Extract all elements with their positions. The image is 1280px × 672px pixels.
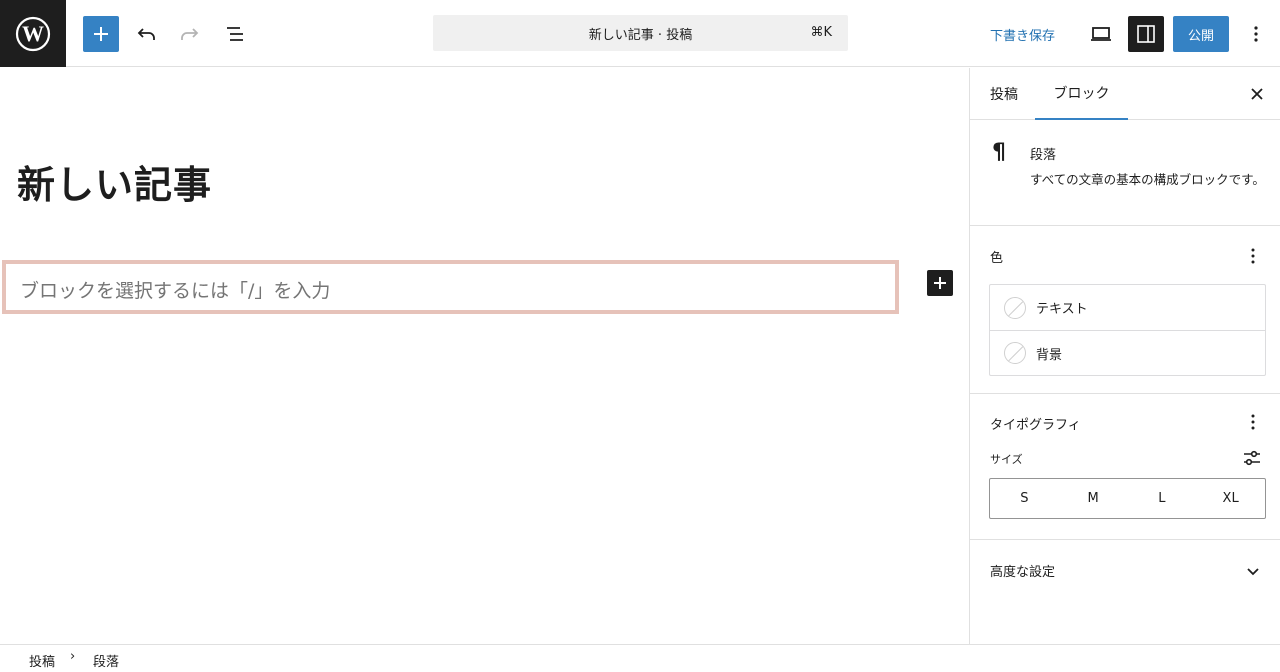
block-card: ¶ 段落 すべての文章の基本の構成ブロックです。 xyxy=(970,120,1280,226)
tab-block[interactable]: ブロック xyxy=(1035,68,1128,120)
preview-button[interactable] xyxy=(1085,16,1117,52)
color-item-background[interactable]: 背景 xyxy=(990,330,1265,375)
redo-button[interactable] xyxy=(172,16,208,52)
size-option-m[interactable]: M xyxy=(1059,479,1128,518)
undo-icon xyxy=(137,28,155,40)
settings-toggle-button[interactable] xyxy=(1128,16,1164,52)
shortcut-hint: ⌘K xyxy=(810,25,832,40)
font-size-toggle: S M L XL xyxy=(989,478,1266,519)
paragraph-icon: ¶ xyxy=(992,140,1006,165)
empty-swatch-icon xyxy=(1004,342,1026,364)
close-icon xyxy=(1251,88,1263,100)
typography-panel-title: タイポグラフィ xyxy=(990,418,1081,433)
settings-sliders-icon xyxy=(1244,450,1260,466)
plus-icon xyxy=(94,27,108,41)
color-item-text[interactable]: テキスト xyxy=(990,285,1265,330)
breadcrumb-item-post[interactable]: 投稿 xyxy=(29,651,55,670)
plus-icon xyxy=(934,277,946,289)
command-palette-bar[interactable]: 新しい記事 · 投稿 ⌘K xyxy=(433,15,848,51)
color-item-label: テキスト xyxy=(1036,302,1088,317)
color-options-button[interactable] xyxy=(1241,244,1265,268)
breadcrumb: 投稿 › 段落 xyxy=(0,644,1280,672)
typography-panel: タイポグラフィ サイズ S M L XL xyxy=(970,395,1280,540)
color-panel-title: 色 xyxy=(990,251,1004,266)
undo-button[interactable] xyxy=(128,16,164,52)
advanced-panel[interactable]: 高度な設定 xyxy=(970,541,1280,597)
post-title[interactable]: 新しい記事 xyxy=(17,154,212,209)
list-view-icon xyxy=(227,27,243,41)
size-option-xl[interactable]: XL xyxy=(1196,479,1265,518)
svg-text:W: W xyxy=(22,21,44,46)
block-description: すべての文章の基本の構成ブロックです。 xyxy=(1030,172,1265,187)
redo-icon xyxy=(181,28,199,40)
more-vertical-icon xyxy=(1251,414,1255,430)
sidebar-icon xyxy=(1137,25,1155,43)
sidebar-tabs: 投稿 ブロック xyxy=(970,68,1280,120)
publish-button[interactable]: 公開 xyxy=(1173,16,1229,52)
document-overview-button[interactable] xyxy=(217,16,253,52)
more-vertical-icon xyxy=(1254,26,1258,42)
size-option-s[interactable]: S xyxy=(990,479,1059,518)
editor-header: W 新しい記事 · 投稿 ⌘K 下書き保存 公開 xyxy=(0,0,1280,67)
breadcrumb-item-paragraph[interactable]: 段落 xyxy=(93,651,119,670)
block-name: 段落 xyxy=(1030,148,1057,163)
close-sidebar-button[interactable] xyxy=(1243,80,1271,108)
empty-swatch-icon xyxy=(1004,296,1026,319)
document-title: 新しい記事 · 投稿 xyxy=(588,28,693,43)
chevron-right-icon: › xyxy=(70,649,76,664)
wordpress-logo-icon[interactable]: W xyxy=(0,0,66,67)
color-list: テキスト 背景 xyxy=(989,284,1266,376)
desktop-icon xyxy=(1091,27,1111,41)
chevron-down-icon xyxy=(1243,561,1263,581)
editor-canvas: 新しい記事 ブロックを選択するには「/」を入力 xyxy=(0,68,969,644)
tab-post[interactable]: 投稿 xyxy=(976,68,1032,120)
more-vertical-icon xyxy=(1251,248,1255,264)
typography-options-button[interactable] xyxy=(1241,410,1265,434)
options-menu-button[interactable] xyxy=(1240,16,1272,52)
paragraph-placeholder: ブロックを選択するには「/」を入力 xyxy=(20,280,331,302)
paragraph-block[interactable]: ブロックを選択するには「/」を入力 xyxy=(2,260,899,314)
size-option-l[interactable]: L xyxy=(1128,479,1197,518)
color-panel: 色 テキスト 背景 xyxy=(970,227,1280,394)
custom-size-button[interactable] xyxy=(1241,447,1263,469)
font-size-label: サイズ xyxy=(990,453,1023,466)
advanced-panel-title: 高度な設定 xyxy=(990,565,1056,580)
settings-sidebar: 投稿 ブロック ¶ 段落 すべての文章の基本の構成ブロックです。 色 テキスト xyxy=(969,68,1280,644)
save-draft-button[interactable]: 下書き保存 xyxy=(990,25,1055,44)
block-inserter-button[interactable] xyxy=(927,270,953,296)
add-block-button[interactable] xyxy=(83,16,119,52)
color-item-label: 背景 xyxy=(1036,347,1063,363)
